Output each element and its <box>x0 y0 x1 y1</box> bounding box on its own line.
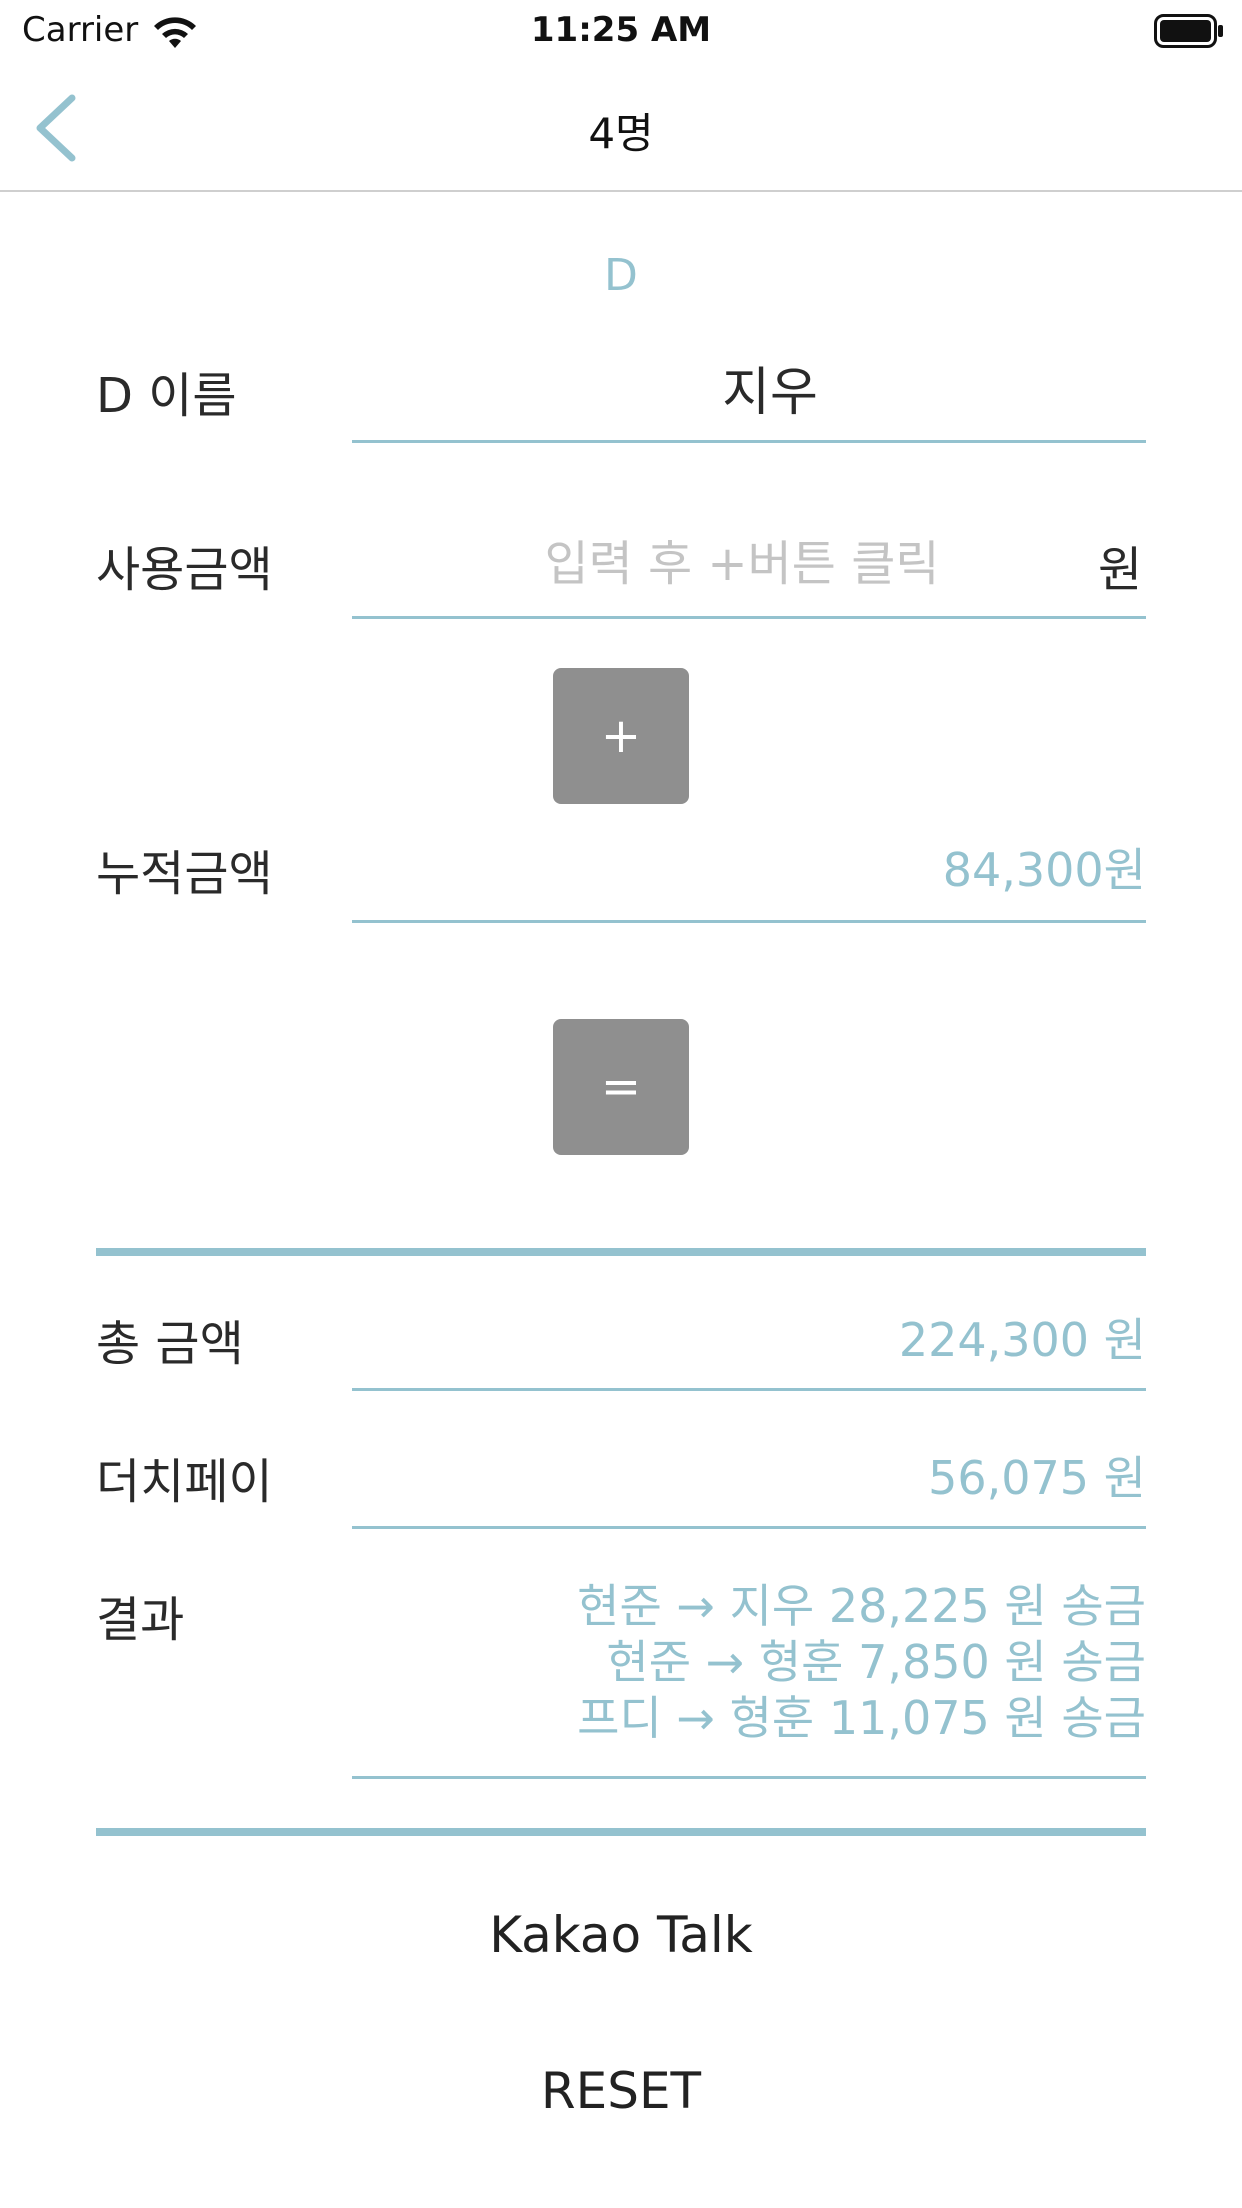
result-list: 현준 → 지우 28,225 원 송금 현준 → 형훈 7,850 원 송금 프… <box>577 1578 1146 1746</box>
amount-unit: 원 <box>1098 542 1143 598</box>
dutch-pay-underline <box>352 1526 1146 1529</box>
name-label: D 이름 <box>96 368 237 424</box>
status-bar: Carrier 11:25 AM <box>0 0 1242 62</box>
total-value: 224,300 원 <box>898 1313 1146 1367</box>
section-divider <box>96 1248 1146 1256</box>
dashed-divider <box>96 192 1146 200</box>
total-underline <box>352 1388 1146 1391</box>
section-divider-bottom <box>96 1828 1146 1836</box>
amount-label: 사용금액 <box>96 542 273 598</box>
calculate-button[interactable]: = <box>553 1019 689 1155</box>
name-field[interactable]: 지우 <box>352 350 1188 425</box>
battery-icon <box>1154 14 1224 48</box>
result-label: 결과 <box>96 1592 185 1648</box>
status-time: 11:25 AM <box>530 10 712 50</box>
name-underline <box>352 440 1146 443</box>
dutch-pay-value: 56,075 원 <box>928 1451 1146 1505</box>
add-amount-button[interactable]: + <box>553 668 689 804</box>
reset-button[interactable]: RESET <box>0 2062 1242 2120</box>
cumulative-value: 84,300원 <box>942 843 1146 897</box>
person-section-title: D <box>604 250 638 301</box>
kakao-talk-button[interactable]: Kakao Talk <box>0 1906 1242 1964</box>
amount-input[interactable] <box>480 528 1004 600</box>
result-underline <box>352 1776 1146 1779</box>
page-title: 4명 <box>588 109 654 158</box>
result-line: 현준 → 형훈 7,850 원 송금 <box>606 1635 1146 1689</box>
cumulative-label: 누적금액 <box>96 846 273 902</box>
result-line: 현준 → 지우 28,225 원 송금 <box>577 1579 1146 1633</box>
cumulative-underline <box>352 920 1146 923</box>
total-label: 총 금액 <box>96 1316 244 1372</box>
navigation-bar: 4명 <box>0 62 1242 192</box>
dutch-pay-label: 더치페이 <box>96 1454 273 1510</box>
amount-underline <box>352 616 1146 619</box>
result-line: 프디 → 형훈 11,075 원 송금 <box>577 1691 1146 1745</box>
